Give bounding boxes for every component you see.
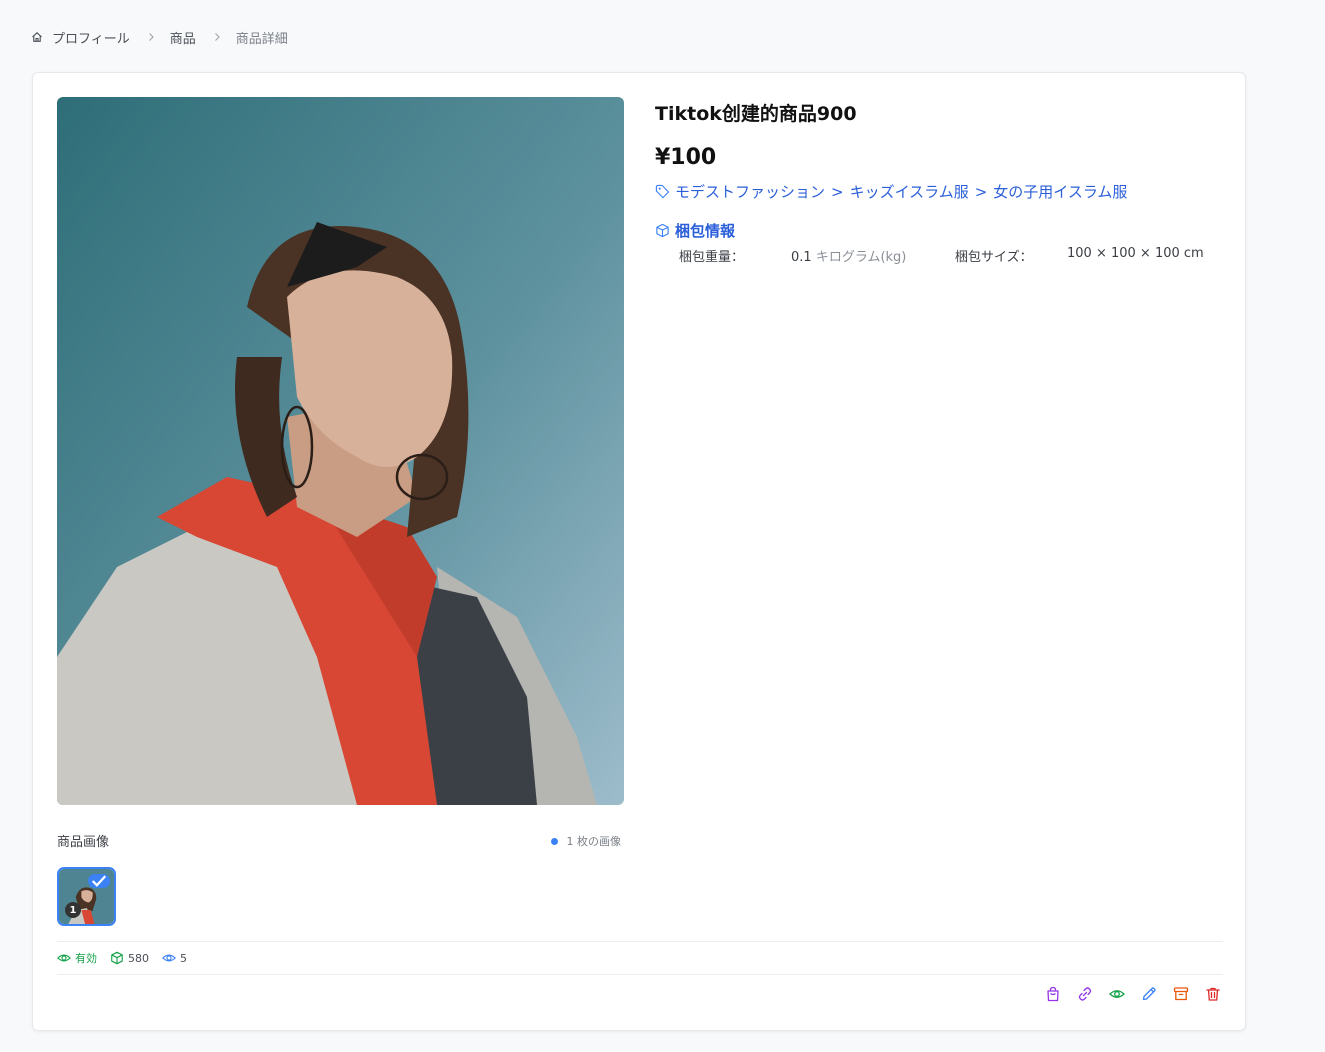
archive-icon[interactable]: [1173, 986, 1189, 1002]
chevron-right-icon: [146, 32, 156, 42]
views-count: 5: [180, 951, 187, 965]
product-price: ¥100: [655, 145, 717, 170]
packaging-heading-text: 梱包情報: [675, 222, 736, 240]
package-icon: [655, 223, 670, 238]
trash-icon[interactable]: [1205, 986, 1221, 1002]
package-weight-number: 0.1: [791, 250, 812, 265]
product-images-label: 商品画像: [57, 835, 110, 850]
eye-icon: [162, 954, 176, 962]
category-level-2[interactable]: キッズイスラム服: [850, 181, 969, 202]
action-toolbar: [1045, 986, 1221, 1002]
packaging-heading: 梱包情報: [655, 220, 735, 241]
status-dot: [550, 837, 558, 845]
image-count-text: 1 枚の画像: [566, 835, 622, 848]
cube-icon: [111, 951, 123, 965]
stock-count: 580: [128, 951, 149, 965]
status-stat: 有効: [57, 950, 97, 966]
edit-icon[interactable]: [1141, 986, 1157, 1002]
category-level-1[interactable]: モデストファッション: [675, 181, 825, 202]
package-weight-label: 梱包重量：: [679, 250, 745, 265]
breadcrumb-profile[interactable]: プロフィール: [52, 28, 130, 47]
stock-stat: 580: [110, 951, 149, 965]
eye-icon: [57, 954, 71, 962]
tag-icon: [655, 184, 670, 199]
package-weight-value: 0.1 キログラム(kg): [791, 246, 906, 265]
package-size-value: 100 × 100 × 100 cm: [1067, 246, 1204, 261]
views-stat: 5: [162, 951, 187, 965]
product-stats: 有効 580 5: [57, 950, 200, 966]
divider: [57, 974, 1223, 975]
eye-icon[interactable]: [1109, 986, 1125, 1002]
category-separator: >: [831, 182, 844, 201]
product-title: Tiktok创建的商品900: [655, 103, 857, 125]
package-size-label: 梱包サイズ：: [955, 250, 1033, 265]
product-detail-card: 商品画像 1 枚の画像 1 有効 580 5 Tiktok创建的商品900 ¥1…: [32, 72, 1246, 1031]
category-path: モデストファッション > キッズイスラム服 > 女の子用イスラム服: [655, 181, 1127, 202]
package-weight-unit: キログラム(kg): [815, 250, 907, 265]
thumbnail-index-badge: 1: [65, 902, 81, 918]
selected-check-icon: [88, 874, 110, 888]
link-icon[interactable]: [1077, 986, 1093, 1002]
home-icon[interactable]: [31, 31, 43, 43]
main-product-image[interactable]: [57, 97, 624, 805]
breadcrumb-products[interactable]: 商品: [170, 28, 196, 47]
chevron-right-icon: [212, 32, 222, 42]
image-count: 1 枚の画像: [550, 833, 622, 849]
category-level-3[interactable]: 女の子用イスラム服: [993, 181, 1127, 202]
image-thumbnail[interactable]: 1: [57, 867, 116, 926]
breadcrumb: プロフィール 商品 商品詳細: [31, 27, 288, 47]
breadcrumb-product-detail: 商品詳細: [235, 31, 288, 47]
divider: [57, 941, 1223, 942]
category-separator: >: [974, 182, 988, 201]
status-text: 有効: [75, 952, 97, 965]
shopping-bag-icon[interactable]: [1045, 986, 1061, 1002]
